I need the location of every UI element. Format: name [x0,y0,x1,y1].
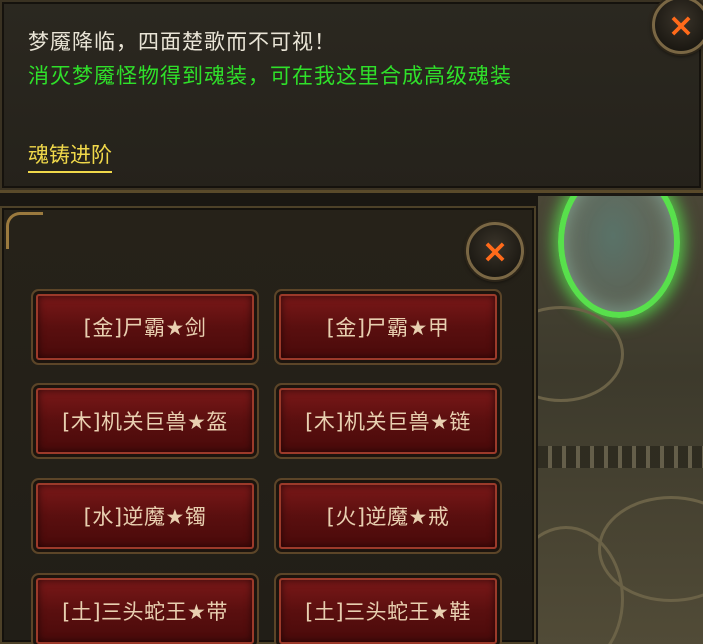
item-button-4[interactable]: [水]逆魔★镯 [36,483,254,549]
corner-ornament [6,212,43,249]
item-button-6[interactable]: [土]三头蛇王★带 [36,578,254,644]
floor-ornament [538,306,624,402]
item-button-0[interactable]: [金]尸霸★剑 [36,294,254,360]
teleport-portal [558,196,680,318]
soul-forge-advance-link[interactable]: 魂铸进阶 [28,139,112,173]
close-icon: × [667,6,695,44]
panel-close-button[interactable]: × [466,222,524,280]
dialog-line-1: 梦魇降临，四面楚歌而不可视！ [28,30,336,54]
close-icon: × [481,232,509,270]
npc-dialog-panel: 梦魇降临，四面楚歌而不可视！ 消灭梦魇怪物得到魂装，可在我这里合成高级魂装 魂铸… [0,0,703,193]
item-button-5[interactable]: [火]逆魔★戒 [279,483,497,549]
game-scene-background [538,196,703,644]
item-button-7[interactable]: [土]三头蛇王★鞋 [279,578,497,644]
item-button-3[interactable]: [木]机关巨兽★链 [279,388,497,454]
floor-pattern [538,446,703,468]
dialog-line-2: 消灭梦魇怪物得到魂装，可在我这里合成高级魂装 [28,64,512,88]
item-button-2[interactable]: [木]机关巨兽★盔 [36,388,254,454]
item-button-1[interactable]: [金]尸霸★甲 [279,294,497,360]
item-select-panel: [金]尸霸★剑 [金]尸霸★甲 [木]机关巨兽★盔 [木]机关巨兽★链 [水]逆… [0,206,536,644]
